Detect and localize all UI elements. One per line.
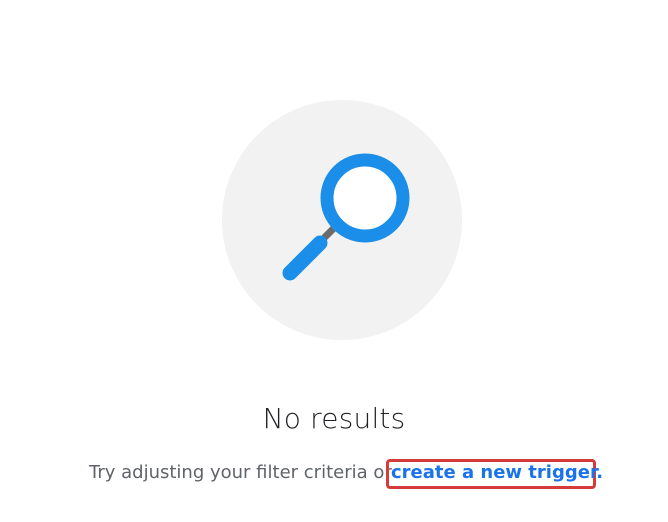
create-new-trigger-link[interactable]: create a new trigger. <box>391 462 603 483</box>
empty-state-page: No results Try adjusting your filter cri… <box>0 0 668 522</box>
magnifying-glass-icon <box>282 153 410 281</box>
empty-state-title: No results <box>262 402 406 435</box>
empty-state-message: Try adjusting your filter criteria or <box>89 462 392 483</box>
empty-state-illustration <box>222 100 462 340</box>
